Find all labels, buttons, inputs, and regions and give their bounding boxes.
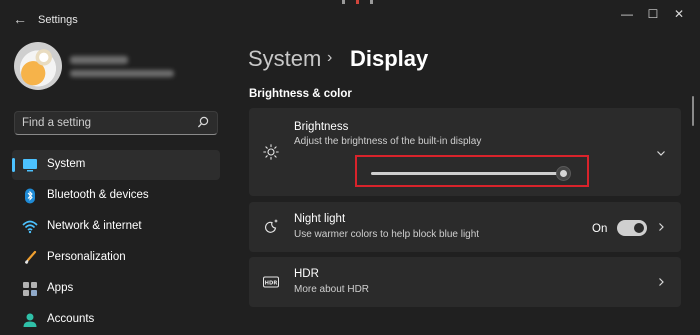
highlight-box	[355, 155, 589, 187]
hdr-icon: HDR	[263, 276, 279, 288]
scrollbar[interactable]	[692, 96, 694, 126]
sidebar-item-system[interactable]: System	[12, 150, 220, 180]
account-icon	[23, 313, 37, 327]
night-light-title: Night light	[294, 213, 346, 225]
sidebar-item-apps[interactable]: Apps	[12, 274, 220, 304]
back-arrow-icon[interactable]: ←	[12, 11, 28, 27]
sidebar-item-label: Personalization	[47, 251, 126, 263]
svg-text:HDR: HDR	[265, 280, 278, 286]
brightness-card[interactable]: Brightness Adjust the brightness of the …	[249, 108, 681, 196]
toggle-state-label: On	[592, 223, 608, 235]
page-title: Display	[350, 46, 429, 71]
night-light-card[interactable]: Night light Use warmer colors to help bl…	[249, 202, 681, 252]
wifi-icon	[22, 220, 38, 234]
system-icon	[23, 159, 37, 172]
sidebar-item-personalization[interactable]: Personalization	[12, 243, 220, 273]
maximize-button[interactable]: ☐	[642, 7, 664, 21]
sidebar-item-label: System	[47, 158, 86, 170]
night-light-subtitle: Use warmer colors to help block blue lig…	[294, 229, 480, 240]
sidebar-item-accounts[interactable]: Accounts	[12, 305, 220, 335]
user-profile[interactable]	[14, 42, 224, 102]
hdr-card[interactable]: HDR HDR More about HDR	[249, 257, 681, 307]
breadcrumb-parent[interactable]: System	[248, 46, 321, 72]
close-button[interactable]: ✕	[668, 7, 690, 21]
brush-icon	[25, 250, 37, 264]
sun-icon	[263, 144, 279, 160]
breadcrumb-separator: ›	[327, 49, 333, 66]
bluetooth-icon	[25, 188, 35, 204]
slider-fill	[371, 172, 564, 175]
title-bar: ← Settings — ☐ ✕	[0, 0, 700, 38]
app-title: Settings	[38, 14, 78, 26]
top-edge-marks	[342, 0, 373, 4]
slider-thumb[interactable]	[556, 166, 572, 181]
search-icon[interactable]	[197, 116, 209, 130]
sidebar-item-label: Accounts	[47, 313, 95, 325]
brightness-title: Brightness	[294, 121, 349, 133]
sidebar-item-label: Apps	[47, 282, 74, 294]
search-box[interactable]: Find a setting	[14, 111, 218, 135]
hdr-title: HDR	[294, 268, 319, 280]
avatar	[14, 42, 62, 90]
night-light-toggle[interactable]	[617, 220, 647, 236]
sidebar-nav: System Bluetooth & devices Network & int…	[12, 150, 220, 335]
chevron-right-icon[interactable]	[655, 276, 667, 288]
night-light-icon	[265, 219, 278, 233]
chevron-right-icon[interactable]	[655, 221, 667, 233]
sidebar-item-network-internet[interactable]: Network & internet	[12, 212, 220, 242]
blurred-user-name	[70, 56, 128, 64]
apps-icon	[23, 282, 37, 296]
section-title: Brightness & color	[249, 88, 352, 100]
blurred-user-email	[70, 70, 174, 77]
sidebar-item-label: Bluetooth & devices	[47, 189, 149, 201]
sidebar-item-bluetooth-devices[interactable]: Bluetooth & devices	[12, 181, 220, 211]
search-placeholder: Find a setting	[22, 117, 92, 129]
sidebar-item-label: Network & internet	[47, 220, 142, 232]
minimize-button[interactable]: —	[616, 7, 638, 21]
hdr-subtitle[interactable]: More about HDR	[294, 284, 369, 295]
brightness-slider[interactable]	[371, 166, 572, 181]
toggle-knob	[634, 223, 644, 233]
brightness-subtitle: Adjust the brightness of the built-in di…	[294, 136, 482, 147]
chevron-down-icon[interactable]	[655, 147, 667, 159]
